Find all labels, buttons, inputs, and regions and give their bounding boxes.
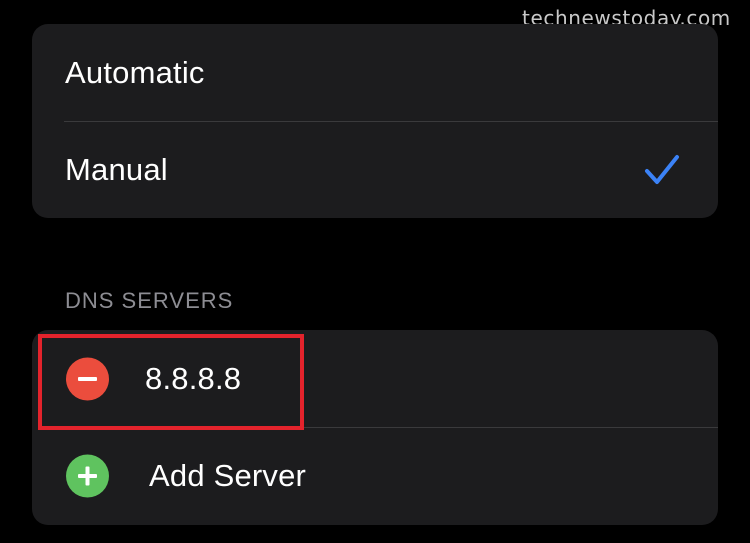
option-manual-label: Manual — [65, 151, 168, 187]
add-server-label: Add Server — [149, 457, 307, 493]
dns-server-row[interactable]: 8.8.8.8 — [32, 330, 718, 427]
plus-glyph-icon — [78, 466, 97, 485]
add-server-button[interactable]: Add Server — [32, 427, 718, 524]
option-manual[interactable]: Manual — [32, 121, 718, 218]
plus-circle-icon[interactable] — [66, 454, 109, 497]
dns-settings-screen: technewstoday.com Automatic Manual DNS S… — [0, 0, 750, 543]
option-automatic[interactable]: Automatic — [32, 24, 718, 121]
dns-mode-group: Automatic Manual — [32, 24, 718, 218]
minus-circle-icon[interactable] — [66, 357, 109, 400]
checkmark-icon — [645, 154, 679, 184]
dns-servers-group: 8.8.8.8 Add Server — [32, 330, 718, 525]
minus-glyph-icon — [78, 376, 97, 381]
dns-server-address[interactable]: 8.8.8.8 — [145, 361, 241, 397]
option-automatic-label: Automatic — [65, 54, 205, 90]
dns-servers-header: DNS SERVERS — [65, 288, 234, 313]
